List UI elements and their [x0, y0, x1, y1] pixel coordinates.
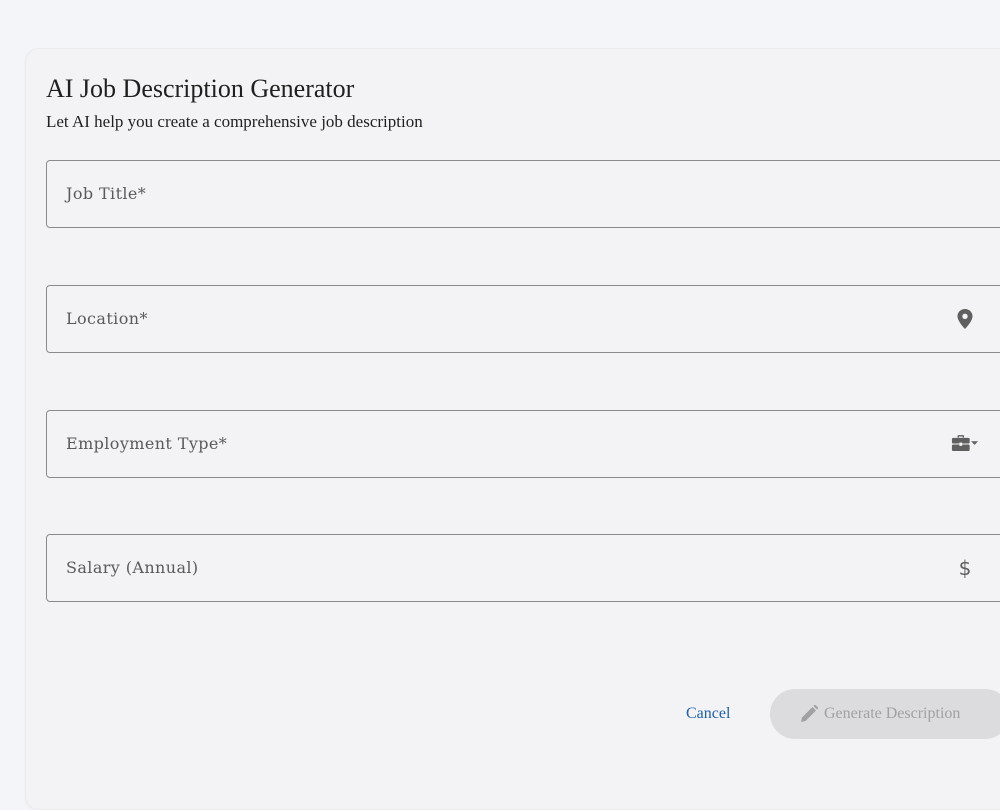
employment-type-field[interactable]: Employment Type* [46, 410, 1000, 478]
page-title: AI Job Description Generator [46, 74, 355, 103]
pencil-icon [800, 705, 818, 723]
location-pin-icon [951, 305, 979, 333]
salary-field[interactable]: Salary (Annual) $ [46, 534, 1000, 602]
page-subtitle: Let AI help you create a comprehensive j… [46, 112, 423, 131]
salary-label: Salary (Annual) [66, 558, 199, 577]
dollar-icon: $ [958, 556, 972, 580]
generate-description-label: Generate Description [824, 705, 961, 722]
briefcase-dropdown-icon[interactable] [951, 430, 979, 458]
employment-type-label: Employment Type* [66, 434, 228, 453]
location-field[interactable]: Location* [46, 285, 1000, 353]
location-label: Location* [66, 309, 148, 328]
job-title-field[interactable]: Job Title* [46, 160, 1000, 228]
job-title-label: Job Title* [66, 184, 147, 203]
generate-description-button[interactable]: Generate Description [770, 689, 1000, 739]
cancel-button[interactable]: Cancel [676, 700, 740, 728]
